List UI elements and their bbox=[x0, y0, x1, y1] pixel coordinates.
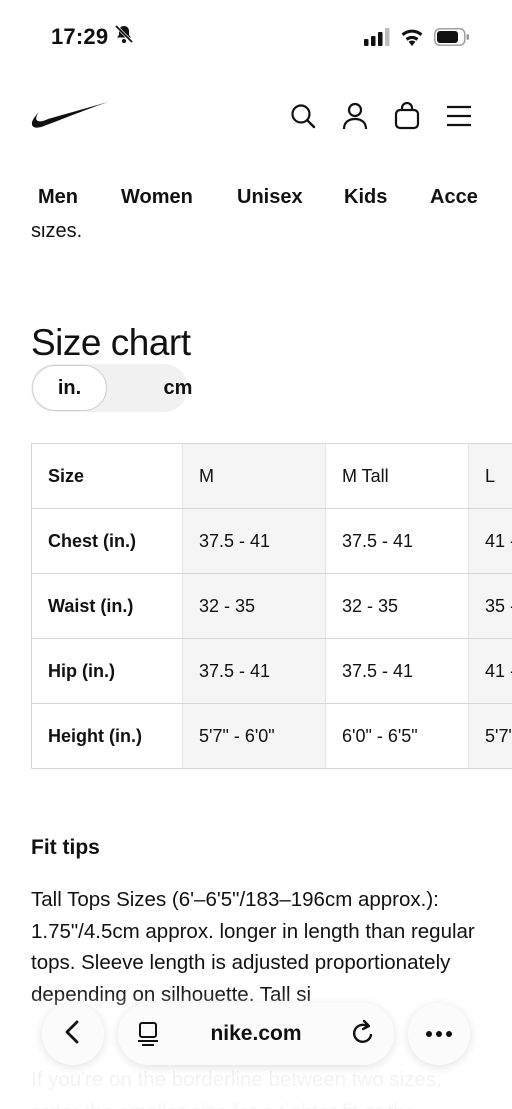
row-label: Hip (in.) bbox=[31, 638, 183, 704]
table-cell: 37.5 - 41 bbox=[182, 508, 326, 574]
table-row: Chest (in.) 37.5 - 41 37.5 - 41 41 - bbox=[31, 508, 512, 574]
table-row: Height (in.) 5'7" - 6'0" 6'0" - 6'5" 5'7… bbox=[31, 703, 512, 769]
column-header-m-tall: M Tall bbox=[325, 443, 469, 509]
table-header-row: Size M M Tall L bbox=[31, 443, 512, 509]
menu-icon[interactable] bbox=[446, 102, 472, 130]
nike-swoosh-logo[interactable] bbox=[30, 100, 110, 132]
clock: 17:29 bbox=[51, 24, 109, 49]
battery-icon bbox=[434, 28, 470, 51]
category-nav: Men Women Unisex Kids Acce bbox=[0, 186, 512, 218]
row-label: Waist (in.) bbox=[31, 573, 183, 639]
bag-icon[interactable] bbox=[394, 102, 420, 130]
column-header-l: L bbox=[468, 443, 512, 509]
nav-item-kids[interactable]: Kids bbox=[344, 186, 387, 209]
nav-item-accessories[interactable]: Acce bbox=[430, 186, 478, 209]
unit-cm-button[interactable]: cm bbox=[137, 364, 219, 412]
wifi-icon bbox=[400, 28, 424, 51]
search-icon[interactable] bbox=[290, 102, 316, 130]
size-table: Size M M Tall L Chest (in.) 37.5 - 41 37… bbox=[31, 443, 512, 769]
size-chart-title: Size chart bbox=[31, 322, 191, 363]
fit-tips-paragraph: Tall Tops Sizes (6'–6'5"/183–196cm appro… bbox=[31, 888, 475, 1007]
table-cell: 37.5 - 41 bbox=[325, 508, 469, 574]
table-cell: 32 - 35 bbox=[182, 573, 326, 639]
table-cell: 6'0" - 6'5" bbox=[325, 703, 469, 769]
row-label: Chest (in.) bbox=[31, 508, 183, 574]
column-header-m: M bbox=[182, 443, 326, 509]
column-header-size: Size bbox=[31, 443, 183, 509]
bell-slash-icon bbox=[114, 24, 134, 50]
partial-scrolled-text: sizes. bbox=[31, 226, 82, 254]
table-cell: 35 - bbox=[468, 573, 512, 639]
table-cell: 37.5 - 41 bbox=[182, 638, 326, 704]
address-bar[interactable]: nike.com bbox=[118, 1003, 394, 1065]
status-time: 17:29 bbox=[51, 24, 134, 50]
site-header bbox=[0, 90, 512, 146]
tabs-icon[interactable] bbox=[136, 1021, 160, 1052]
url-text: nike.com bbox=[210, 1022, 302, 1045]
table-row: Hip (in.) 37.5 - 41 37.5 - 41 41 - bbox=[31, 638, 512, 704]
unit-inches-button[interactable]: in. bbox=[32, 365, 107, 411]
table-row: Waist (in.) 32 - 35 32 - 35 35 - bbox=[31, 573, 512, 639]
more-button[interactable] bbox=[408, 1003, 470, 1065]
status-bar: 17:29 bbox=[0, 0, 512, 76]
header-actions bbox=[290, 102, 472, 130]
reload-icon[interactable] bbox=[350, 1019, 376, 1052]
fit-tips-paragraph-faded: If you're on the borderline between two … bbox=[31, 1068, 442, 1109]
table-cell: 5'7" - 6'0" bbox=[182, 703, 326, 769]
browser-toolbar: nike.com bbox=[42, 1003, 470, 1065]
user-icon[interactable] bbox=[342, 102, 368, 130]
fit-tips-title: Fit tips bbox=[31, 836, 100, 859]
table-cell: 5'7" bbox=[468, 703, 512, 769]
nav-item-men[interactable]: Men bbox=[38, 186, 78, 209]
size-table-container[interactable]: Size M M Tall L Chest (in.) 37.5 - 41 37… bbox=[31, 443, 512, 770]
table-cell: 32 - 35 bbox=[325, 573, 469, 639]
back-icon bbox=[62, 1019, 84, 1050]
nav-item-women[interactable]: Women bbox=[121, 186, 193, 209]
back-button[interactable] bbox=[42, 1003, 104, 1065]
unit-toggle: in. cm bbox=[31, 364, 192, 412]
table-cell: 37.5 - 41 bbox=[325, 638, 469, 704]
status-icons bbox=[364, 28, 470, 51]
nav-item-unisex[interactable]: Unisex bbox=[237, 186, 303, 209]
signal-icon bbox=[364, 28, 390, 51]
table-cell: 41 - bbox=[468, 638, 512, 704]
table-cell: 41 - bbox=[468, 508, 512, 574]
row-label: Height (in.) bbox=[31, 703, 183, 769]
more-icon bbox=[425, 1025, 453, 1043]
partial-text: sizes. bbox=[31, 226, 83, 242]
